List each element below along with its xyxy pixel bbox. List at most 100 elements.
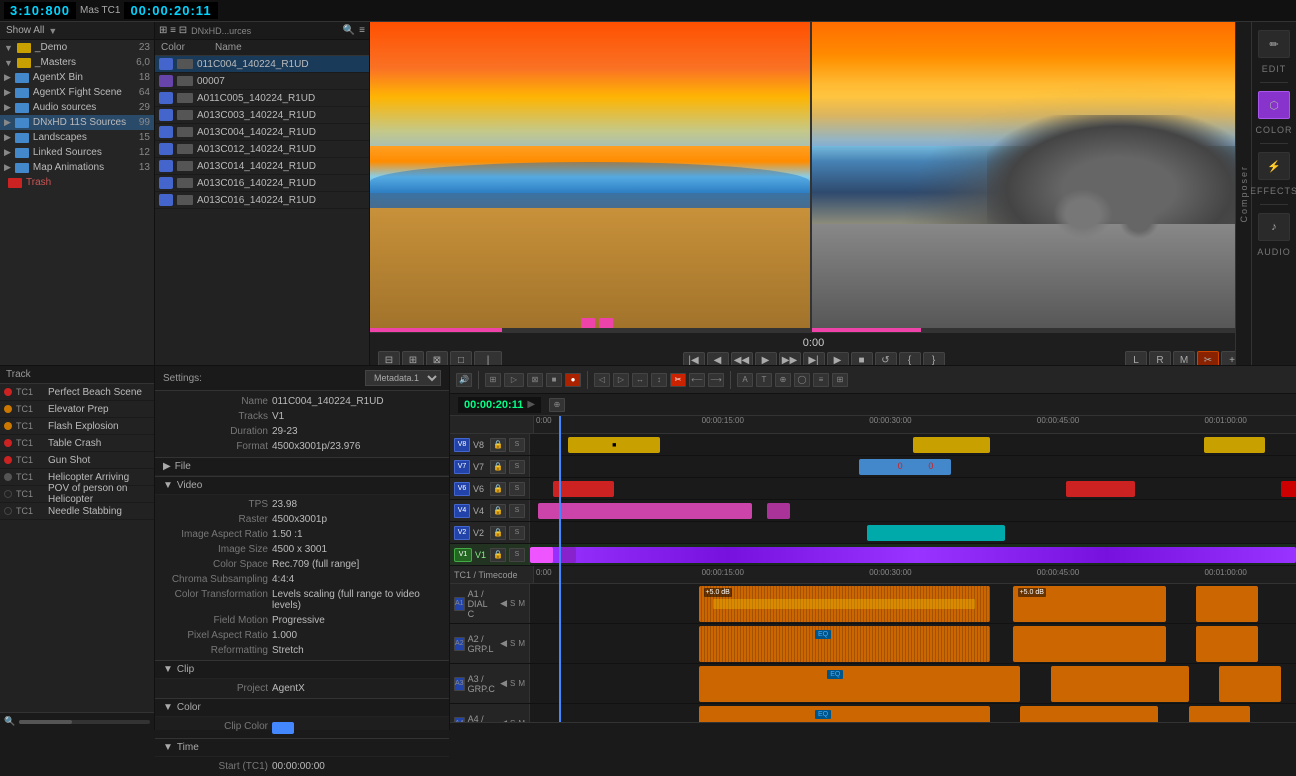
a3-clip-1[interactable]: EQ [699,666,1021,702]
tl-btn-13[interactable]: A [737,373,753,387]
bin-color-item-0[interactable]: 011C004_140224_R1UD [155,56,369,73]
mark-btn[interactable]: | [474,351,502,365]
bin-color-item-8[interactable]: A013C016_140224_R1UD [155,192,369,209]
section-file[interactable]: ▶ File [155,457,449,476]
tl-btn-9[interactable]: ↕ [651,373,667,387]
clip-v4-1[interactable] [538,503,752,519]
a4-clip-1[interactable]: EQ [699,706,990,722]
bin-item-agentx-fight[interactable]: ▶ AgentX Fight Scene 64 [0,85,154,100]
bin-color-item-1[interactable]: 00007 [155,73,369,90]
tl-btn-7[interactable]: ▷ [613,373,629,387]
v6-lock[interactable]: 🔒 [490,482,506,496]
v8-enable[interactable]: V8 [454,438,470,452]
v1-s[interactable]: S [509,548,525,562]
clip-v4-2[interactable] [767,503,790,519]
v8-s[interactable]: S [509,438,525,452]
a1-clip-3[interactable] [1196,586,1257,622]
next-frame-btn[interactable]: ▶| [803,352,825,366]
tl-audio-btn[interactable]: 🔊 [456,373,472,387]
section-video[interactable]: ▼ Video [155,476,449,495]
menu-icon[interactable]: ≡ [359,25,365,36]
clip-v8-3[interactable] [1204,437,1265,453]
search-icon[interactable]: 🔍 [343,25,355,36]
bin-item-dnxhd[interactable]: ▶ DNxHD 11S Sources 99 [0,115,154,130]
a2-clip-2[interactable] [1013,626,1166,662]
clip-v6-3[interactable] [1281,481,1296,497]
bin-color-item-2[interactable]: A011C005_140224_R1UD [155,90,369,107]
effects-tool-btn[interactable]: ⚡ [1258,152,1290,180]
v7-lock[interactable]: 🔒 [490,460,506,474]
a2-enable[interactable]: A2 [454,637,465,651]
clip-v8-1[interactable]: ■ [568,437,660,453]
stop-btn[interactable]: ■ [851,352,873,366]
rewind-btn[interactable]: ◀◀ [731,352,753,366]
step-fwd-btn[interactable]: ▶ [827,352,849,366]
tl-btn-1[interactable]: ⊞ [485,373,501,387]
clip-v7-1[interactable] [859,459,951,475]
tl-btn-2[interactable]: ▷ [504,373,524,387]
mark-in-btn[interactable]: { [899,352,921,366]
tl-btn-18[interactable]: ⊞ [832,373,848,387]
v6-enable[interactable]: V6 [454,482,470,496]
a3-clip-3[interactable] [1219,666,1280,702]
bin-item-audio[interactable]: ▶ Audio sources 29 [0,100,154,115]
a1-clip-1[interactable]: +5.0 dB [699,586,990,622]
v6-s[interactable]: S [509,482,525,496]
bin-color-item-7[interactable]: A013C016_140224_R1UD [155,175,369,192]
tl-snap-btn[interactable]: ⊕ [549,398,565,412]
v2-s[interactable]: S [509,526,525,540]
a2-clip-3[interactable] [1196,626,1257,662]
bin-color-list[interactable]: 011C004_140224_R1UD 00007 A011C005_14022… [155,56,369,365]
v8-lock[interactable]: 🔒 [490,438,506,452]
v4-content[interactable] [530,500,1296,521]
v1-enable[interactable]: V1 [454,548,472,562]
track-item-flash[interactable]: TC1 Flash Explosion [0,418,154,435]
grid-btn[interactable]: ⊞ [402,351,424,365]
section-time[interactable]: ▼ Time [155,738,449,757]
v1-content[interactable] [530,544,1296,565]
track-item-gun-shot[interactable]: TC1 Gun Shot [0,452,154,469]
timeline-scrollbar[interactable] [450,722,1296,730]
a3-clip-2[interactable] [1051,666,1189,702]
track-item-needle[interactable]: TC1 Needle Stabbing [0,503,154,520]
a1-content[interactable]: +5.0 dB +5.0 dB [530,584,1296,623]
a3-enable[interactable]: A3 [454,677,465,691]
a4-clip-3[interactable] [1189,706,1250,722]
a1-enable[interactable]: A1 [454,597,465,611]
bin-item-trash[interactable]: Trash [0,175,154,190]
a4-enable[interactable]: A4 [454,717,465,723]
bin-item-masters[interactable]: ▼ _Masters 6,0 [0,55,154,70]
a4-clip-2[interactable] [1020,706,1158,722]
zoom-icon[interactable]: 🔍 [4,716,15,727]
loop-btn[interactable]: ↺ [875,352,897,366]
a2-clip-1[interactable]: EQ [699,626,990,662]
metadata-select[interactable]: Metadata.1 [365,370,441,386]
v7-enable[interactable]: V7 [454,460,470,474]
tl-btn-4[interactable]: ■ [546,373,562,387]
bin-item-linked[interactable]: ▶ Linked Sources 12 [0,145,154,160]
a3-content[interactable]: EQ [530,664,1296,703]
mark-out-btn[interactable]: } [923,352,945,366]
track-item-perfect-beach[interactable]: TC1 Perfect Beach Scene [0,384,154,401]
bin-list[interactable]: ▼ _Demo 23 ▼ _Masters 6,0 ▶ AgentX Bin 1… [0,40,154,365]
tl-btn-10[interactable]: ✂ [670,373,686,387]
a2-content[interactable]: EQ [530,624,1296,663]
cut-btn[interactable]: ✂ [1197,351,1219,365]
bin-color-item-3[interactable]: A013C003_140224_R1UD [155,107,369,124]
bin-item-demo[interactable]: ▼ _Demo 23 [0,40,154,55]
clip-v1-start2[interactable] [561,547,576,563]
tl-btn-11[interactable]: ⟵ [689,373,705,387]
section-clip[interactable]: ▼ Clip [155,660,449,679]
v6-content[interactable] [530,478,1296,499]
audio-tool-btn[interactable]: ♪ [1258,213,1290,241]
horizontal-scrollbar[interactable] [19,720,150,724]
tl-btn-3[interactable]: ⊠ [527,373,543,387]
bin-color-item-4[interactable]: A013C004_140224_R1UD [155,124,369,141]
clip-v1-start1[interactable] [530,547,553,563]
v4-lock[interactable]: 🔒 [490,504,506,518]
audio-r-btn[interactable]: R [1149,351,1171,365]
tl-btn-8[interactable]: ↔ [632,373,648,387]
v7-s[interactable]: S [509,460,525,474]
v4-enable[interactable]: V4 [454,504,470,518]
track-item-elevator[interactable]: TC1 Elevator Prep [0,401,154,418]
